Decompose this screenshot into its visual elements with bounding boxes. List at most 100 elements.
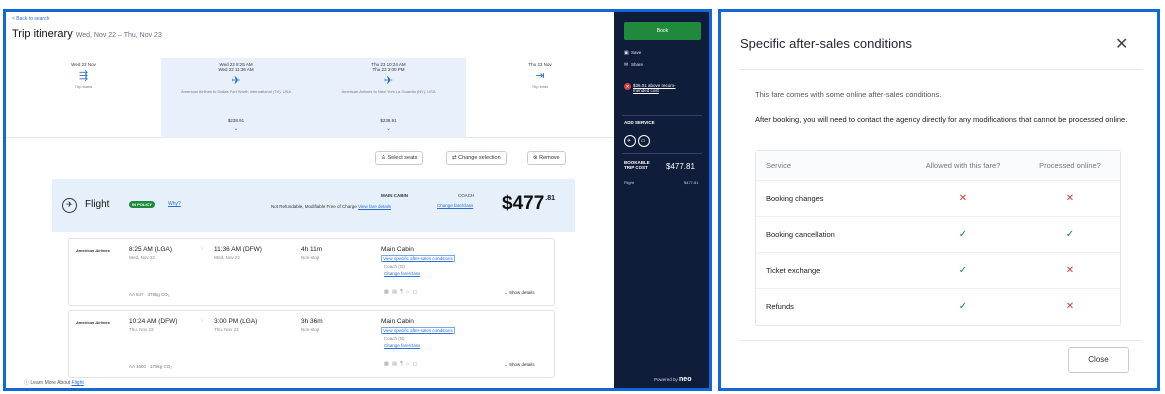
learn-more-link[interactable]: Flight [72, 380, 84, 386]
return-price: $238.91 [380, 118, 397, 123]
chevron-down-icon[interactable]: ⌄ [311, 125, 466, 132]
duration: 4h 11m [301, 246, 323, 253]
timeline-start: Wed 22 Nov ⇶ Trip starts [6, 58, 161, 138]
back-to-search-link[interactable]: < Back to search [12, 16, 49, 22]
amenities-icons: ▦ ▤ ¶ ⌂ ◻ [384, 289, 418, 295]
arrival-time: 11:36 AM (DFW) [214, 246, 262, 253]
change-fare-class-link[interactable]: Change fare/class [437, 203, 473, 208]
powered-by-text: Powered by [654, 377, 678, 382]
save-button[interactable]: ▣ Save [624, 50, 641, 56]
policy-badge: IN POLICY [129, 201, 156, 208]
flight-segment: American Airlines 8:25 AM (LGA) Wed, Nov… [68, 238, 555, 306]
cabin-name: Main Cabin [381, 318, 414, 325]
timeline-end-label: Trip ends [531, 84, 549, 89]
show-details-label: Show details [509, 290, 535, 295]
modal-title: Specific after-sales conditions [740, 36, 912, 51]
service-name: Booking changes [766, 194, 824, 203]
service-name: Booking cancellation [766, 230, 835, 239]
powered-by: Powered by neo [654, 376, 691, 383]
change-selection-button[interactable]: ⇄ Change selection [446, 151, 507, 165]
outbound-price: $238.91 [227, 118, 245, 123]
airline-logo: American Airlines [76, 248, 110, 253]
service-name: Ticket exchange [766, 266, 821, 275]
view-conditions-link[interactable]: View specific after-sales conditions [381, 327, 455, 334]
trip-timeline: Wed 22 Nov ⇶ Trip starts Wed 22 8:25 AM … [6, 58, 614, 138]
show-details-button[interactable]: ⌄ Show details [504, 362, 535, 368]
luggage-service-icon[interactable]: ▭ [638, 135, 650, 147]
after-sales-modal: Specific after-sales conditions ✕ This f… [718, 9, 1160, 391]
share-button[interactable]: ✉ Share [624, 62, 643, 68]
mail-icon: ✉ [624, 62, 629, 68]
coach-heading: COACH [458, 193, 475, 198]
trip-cost-label: BOOKABLE TRIP COST [624, 160, 650, 170]
remove-label: Remove [539, 155, 560, 161]
flight-cost-label: Flight [624, 180, 634, 185]
change-fare-class-link[interactable]: Change fare/class [384, 271, 420, 276]
service-name: Refunds [766, 302, 794, 311]
close-icon[interactable]: ✕ [1115, 34, 1128, 54]
modal-divider [740, 69, 1142, 70]
online-check-icon: ✓ [1065, 229, 1075, 240]
flight-summary-bar: ✈ Flight IN POLICY Why? Not Refundable, … [52, 179, 575, 232]
arrival-date: Wed, Nov 22 [214, 255, 240, 260]
total-price: $477.81 [502, 193, 555, 215]
return-arrive-time: Thu 23 3:00 PM [372, 67, 405, 72]
chevron-down-icon[interactable]: ⌄ [161, 125, 311, 132]
show-details-button[interactable]: ⌄ Show details [504, 290, 535, 296]
not-online-icon: ✕ [1065, 301, 1075, 312]
timeline-outbound[interactable]: Wed 22 8:25 AM Wed 22 11:36 AM ✈ America… [161, 58, 311, 138]
flight-cost-value: $477.81 [684, 180, 699, 185]
trip-cost-value: $477.81 [666, 162, 695, 171]
departure-date: Wed, Nov 22 [129, 255, 155, 260]
learn-more-text: Learn More About [30, 380, 71, 386]
select-seats-label: Select seats [387, 155, 418, 161]
timeline-start-label: Trip starts [74, 84, 93, 89]
view-conditions-link[interactable]: View specific after-sales conditions [381, 255, 455, 262]
itinerary-main: < Back to search Trip itinerary Wed, Nov … [6, 12, 614, 388]
trip-end-icon: ⇥ [535, 70, 545, 82]
departure-time: 10:24 AM (DFW) [129, 318, 178, 325]
show-details-label: Show details [509, 362, 535, 367]
duration: 3h 36m [301, 318, 323, 325]
timeline-start-date: Wed 22 Nov [71, 62, 96, 67]
add-service-heading: ADD SERVICE [624, 120, 655, 125]
price-cents: .81 [545, 195, 556, 202]
header-allowed: Allowed with this fare? [925, 161, 1001, 170]
conditions-table: Service Allowed with this fare? Processe… [755, 150, 1121, 326]
save-label: Save [631, 50, 642, 55]
why-link[interactable]: Why? [168, 201, 181, 207]
timeline-return[interactable]: Thu 23 10:24 AM Thu 23 3:00 PM ✈ America… [311, 58, 466, 138]
seat-service-icon[interactable]: ✈ [624, 135, 636, 147]
cost-warning[interactable]: ✕ $36.01 above recom- mended cost [624, 83, 702, 93]
timeline-end: Thu 23 Nov ⇥ Trip ends [466, 58, 614, 138]
stops: Non-stop [301, 327, 320, 332]
change-fare-class-link[interactable]: Change fare/class [384, 343, 420, 348]
outbound-route: American Airlines to Dallas Fort Worth I… [181, 89, 291, 94]
flight-segment: American Airlines 10:24 AM (DFW) Thu, No… [68, 310, 555, 378]
allowed-check-icon: ✓ [958, 229, 968, 240]
flight-number-co2: AA 1600 · 379kg CO₂ [129, 364, 173, 369]
remove-button[interactable]: ⊗ Remove [527, 151, 566, 165]
page-title: Trip itinerary Wed, Nov 22 – Thu, Nov 23 [12, 28, 162, 40]
table-row: Refunds ✓ ✕ [756, 289, 1120, 325]
select-seats-button[interactable]: ♙ Select seats [375, 151, 424, 165]
table-header: Service Allowed with this fare? Processe… [756, 151, 1120, 181]
price-main: $477 [502, 193, 545, 214]
modal-intro: This fare comes with some online after-s… [755, 90, 942, 99]
learn-more: ⓘ Learn More About Flight [24, 379, 84, 386]
book-button[interactable]: Book [624, 22, 701, 40]
not-online-icon: ✕ [1065, 193, 1075, 204]
sidebar-divider [622, 115, 702, 116]
airline-logo: American Airlines [76, 320, 110, 325]
fare-description: Not Refundable, Modifiable Free of Charg… [271, 204, 391, 209]
share-label: Share [631, 62, 644, 67]
not-online-icon: ✕ [1065, 265, 1075, 276]
arrival-date: Thu, Nov 23 [214, 327, 239, 332]
save-icon: ▣ [624, 50, 629, 56]
departure-time: 8:25 AM (LGA) [129, 246, 172, 253]
view-fare-details-link[interactable]: View fare details [358, 204, 391, 209]
close-button[interactable]: Close [1068, 347, 1129, 373]
chevron-right-icon: › [201, 318, 203, 324]
cabin-heading: MAIN CABIN [381, 193, 408, 198]
departure-date: Thu, Nov 23 [129, 327, 154, 332]
